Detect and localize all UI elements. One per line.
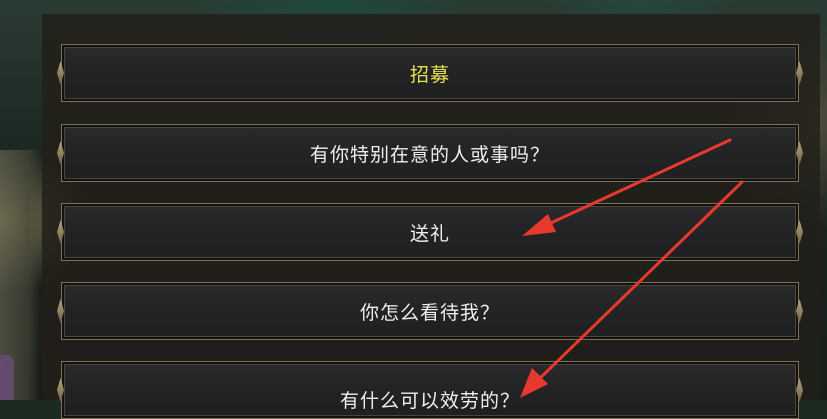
dialog-option-label: 你怎么看待我？ [359,301,500,324]
dialog-option-recruit[interactable]: 招募 [57,44,803,102]
character-portrait-edge [0,355,14,400]
dialog-option-ask-concerns[interactable]: 有你特别在意的人或事吗？ [57,124,803,182]
dialog-option-label: 送礼 [409,222,450,245]
dialog-option-label: 招募 [409,63,450,86]
dialog-option-label: 有什么可以效劳的？ [339,389,520,412]
dialog-option-offer-service[interactable]: 有什么可以效劳的？ [57,361,803,419]
dialog-option-opinion-of-me[interactable]: 你怎么看待我？ [57,282,803,340]
dialog-option-give-gift[interactable]: 送礼 [57,203,803,261]
dialog-option-label: 有你特别在意的人或事吗？ [309,143,550,166]
